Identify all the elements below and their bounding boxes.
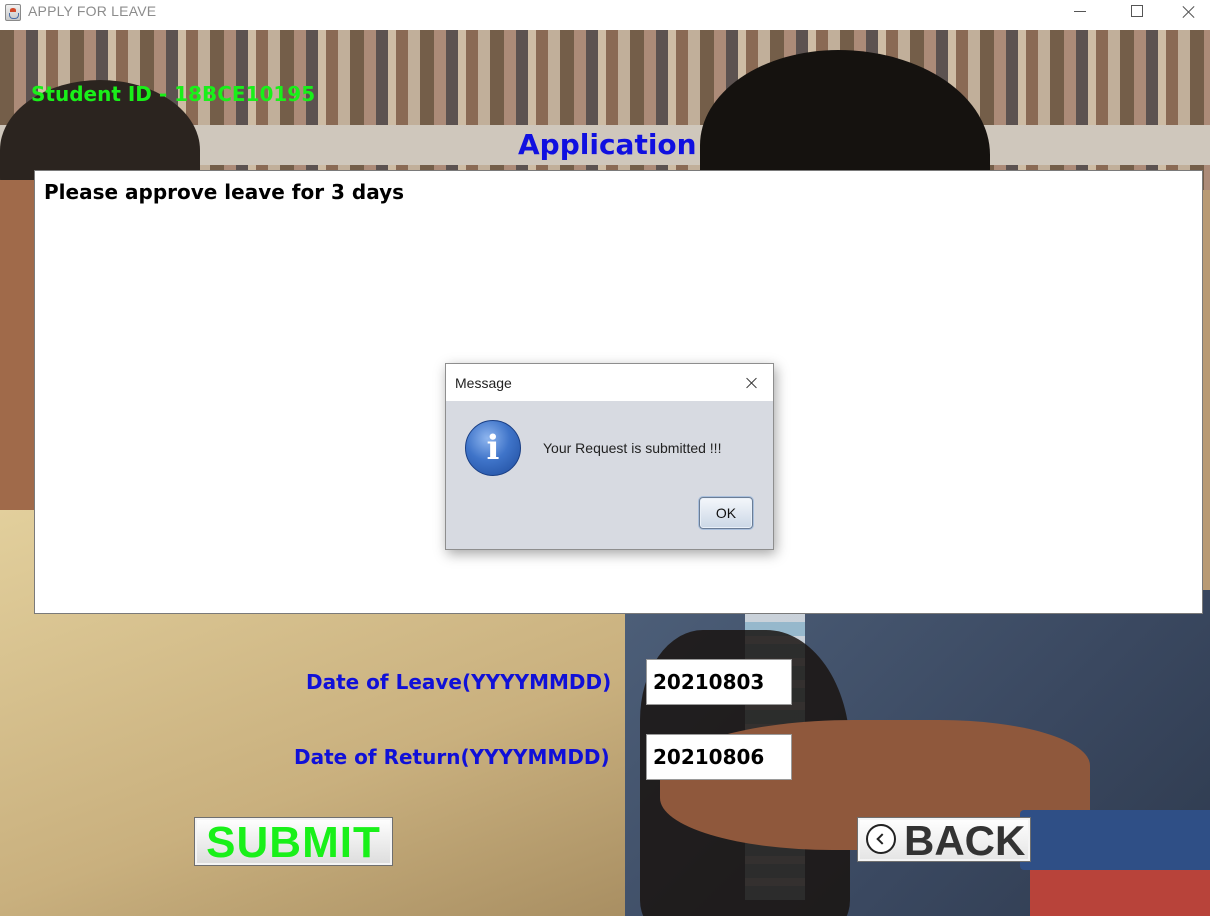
back-button-label: BACK bbox=[904, 817, 1026, 864]
dialog-title: Message bbox=[455, 375, 512, 391]
book-decoration bbox=[1020, 810, 1210, 870]
date-of-return-input[interactable]: 20210806 bbox=[646, 734, 792, 780]
back-button[interactable]: BACK bbox=[857, 817, 1031, 864]
maximize-icon[interactable] bbox=[1108, 0, 1166, 30]
dialog-close-icon[interactable] bbox=[738, 372, 766, 394]
student-id-label: Student ID - 18BCE10195 bbox=[31, 82, 316, 106]
ok-button[interactable]: OK bbox=[699, 497, 753, 529]
book-red-decoration bbox=[1030, 870, 1210, 916]
submit-button[interactable]: SUBMIT bbox=[194, 817, 393, 867]
application-heading: Application bbox=[518, 128, 697, 161]
dialog-titlebar: Message bbox=[446, 364, 773, 401]
info-icon: i bbox=[465, 420, 521, 476]
java-app-icon[interactable] bbox=[5, 4, 21, 21]
date-of-leave-label: Date of Leave(YYYYMMDD) bbox=[306, 670, 612, 694]
message-dialog: Message i Your Request is submitted !!! … bbox=[445, 363, 774, 550]
window-titlebar: APPLY FOR LEAVE bbox=[0, 0, 1210, 30]
date-of-return-label: Date of Return(YYYYMMDD) bbox=[294, 745, 610, 769]
dialog-message: Your Request is submitted !!! bbox=[543, 440, 722, 456]
close-icon[interactable] bbox=[1166, 0, 1210, 30]
window-title: APPLY FOR LEAVE bbox=[28, 3, 157, 19]
minimize-icon[interactable] bbox=[1051, 0, 1109, 30]
back-arrow-icon bbox=[866, 824, 896, 854]
date-of-leave-input[interactable]: 20210803 bbox=[646, 659, 792, 705]
